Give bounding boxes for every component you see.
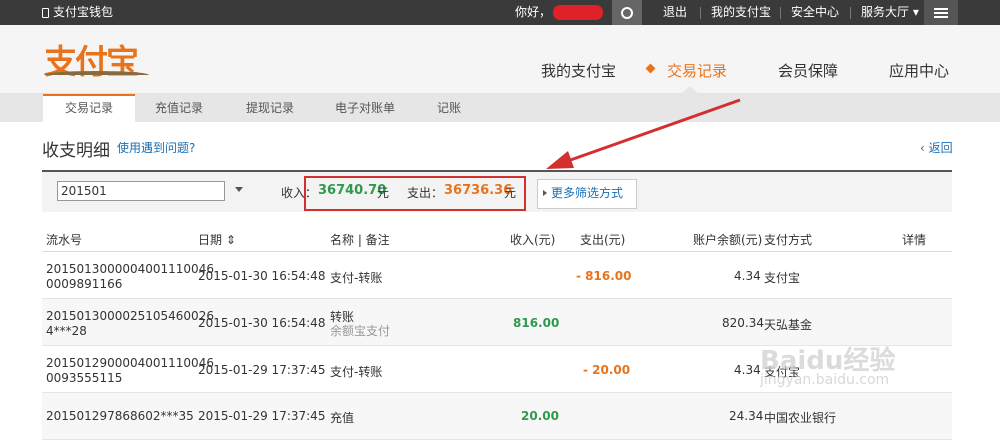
col-balance: 账户余额(元) <box>693 233 763 247</box>
nav-transactions[interactable]: 交易记录 <box>667 60 727 81</box>
col-expense: 支出(元) <box>580 233 626 247</box>
row-date: 2015-01-29 17:37:45 <box>198 409 326 423</box>
subtab-recharge[interactable]: 充值记录 <box>155 94 203 122</box>
serial-number: 2015012900004001110046 <box>46 356 214 370</box>
row-method: 支付宝 <box>764 271 801 285</box>
watermark-url: jingyan.baidu.com <box>760 372 890 388</box>
service-hall-link[interactable]: 服务大厅 ▾ <box>861 0 919 25</box>
logout-link[interactable]: 退出 <box>663 0 687 25</box>
col-date-label: 日期 <box>198 233 223 247</box>
page-title: 收支明细 <box>42 141 110 161</box>
row-expense: - 816.00 <box>576 269 632 283</box>
table-header <box>42 228 952 252</box>
row-date: 2015-01-30 16:54:48 <box>198 316 326 330</box>
subtab-transactions[interactable]: 交易记录 <box>43 94 136 122</box>
serial-number-cont: 4***28 <box>46 324 87 338</box>
top-bar: 支付宝钱包 你好， 退出 我的支付宝 安全中心 服务大厅 ▾ <box>0 0 1000 25</box>
back-link[interactable]: ‹ 返回 <box>920 139 953 156</box>
col-method: 支付方式 <box>764 233 813 247</box>
chevron-left-icon: ‹ <box>920 141 929 155</box>
nav-app-center[interactable]: 应用中心 <box>889 60 949 81</box>
subtab-withdraw[interactable]: 提现记录 <box>246 94 294 122</box>
greeting: 你好， <box>515 5 552 19</box>
col-name: 名称 | 备注 <box>330 233 390 247</box>
serial-number: 201501297868602***35 <box>46 409 194 423</box>
col-details: 详情 <box>902 233 927 247</box>
nav-pointer <box>681 86 699 94</box>
row-method: 中国农业银行 <box>764 411 837 425</box>
help-link[interactable]: 使用遇到问题? <box>117 139 195 156</box>
row-balance: 24.34 <box>729 409 764 423</box>
month-select[interactable]: 201501 <box>57 181 225 201</box>
alipay-logo[interactable]: 支付宝 <box>44 35 154 83</box>
more-filters-button[interactable]: 更多筛选方式 <box>537 179 637 209</box>
row-balance: 4.34 <box>734 269 761 283</box>
row-note: 余额宝支付 <box>330 324 391 338</box>
row-name: 支付-转账 <box>330 365 383 379</box>
row-name: 支付-转账 <box>330 271 383 285</box>
redacted-username <box>553 5 603 20</box>
col-income: 收入(元) <box>510 233 556 247</box>
serial-number-cont: 0093555115 <box>46 371 123 385</box>
annotation-arrow <box>546 98 741 169</box>
row-date: 2015-01-30 16:54:48 <box>198 269 326 283</box>
wallet-label: 支付宝钱包 <box>53 5 114 19</box>
service-hall-label: 服务大厅 <box>861 5 910 19</box>
row-income: 816.00 <box>513 316 560 330</box>
row-name: 充值 <box>330 411 355 425</box>
row-expense: - 20.00 <box>583 363 631 377</box>
phone-icon <box>42 7 49 18</box>
sub-navigation: 交易记录 充值记录 提现记录 电子对账单 记账 <box>0 94 1000 122</box>
col-serial: 流水号 <box>46 233 83 247</box>
sort-icon: ⇕ <box>225 233 236 247</box>
site-header: 支付宝 我的支付宝 交易记录 会员保障 应用中心 <box>0 25 1000 94</box>
alarm-icon[interactable] <box>612 0 642 25</box>
active-nav-marker <box>645 63 656 74</box>
subtab-bookkeeping[interactable]: 记账 <box>437 94 461 122</box>
my-alipay-link[interactable]: 我的支付宝 <box>711 0 771 25</box>
serial-number: 2015013000025105460026 <box>46 309 214 323</box>
wallet-link[interactable]: 支付宝钱包 <box>42 0 113 25</box>
row-date: 2015-01-29 17:37:45 <box>198 363 326 377</box>
row-method: 天弘基金 <box>764 318 813 332</box>
serial-number-cont: 0009891166 <box>46 277 123 291</box>
dropdown-arrow-icon[interactable] <box>235 187 243 192</box>
subtab-statement[interactable]: 电子对账单 <box>335 94 395 122</box>
security-center-link[interactable]: 安全中心 <box>791 0 839 25</box>
serial-number: 2015013000004001110046 <box>46 262 214 276</box>
back-label: 返回 <box>928 141 953 155</box>
row-balance: 820.34 <box>722 316 764 330</box>
col-date[interactable]: 日期 ⇕ <box>198 231 236 248</box>
menu-icon[interactable] <box>924 0 958 25</box>
annotation-highlight-box <box>304 176 526 211</box>
row-income: 20.00 <box>521 409 559 423</box>
chevron-down-icon: ▾ <box>912 5 919 19</box>
nav-member-protection[interactable]: 会员保障 <box>778 60 838 81</box>
nav-my-alipay[interactable]: 我的支付宝 <box>541 60 616 81</box>
row-balance: 4.34 <box>734 363 761 377</box>
